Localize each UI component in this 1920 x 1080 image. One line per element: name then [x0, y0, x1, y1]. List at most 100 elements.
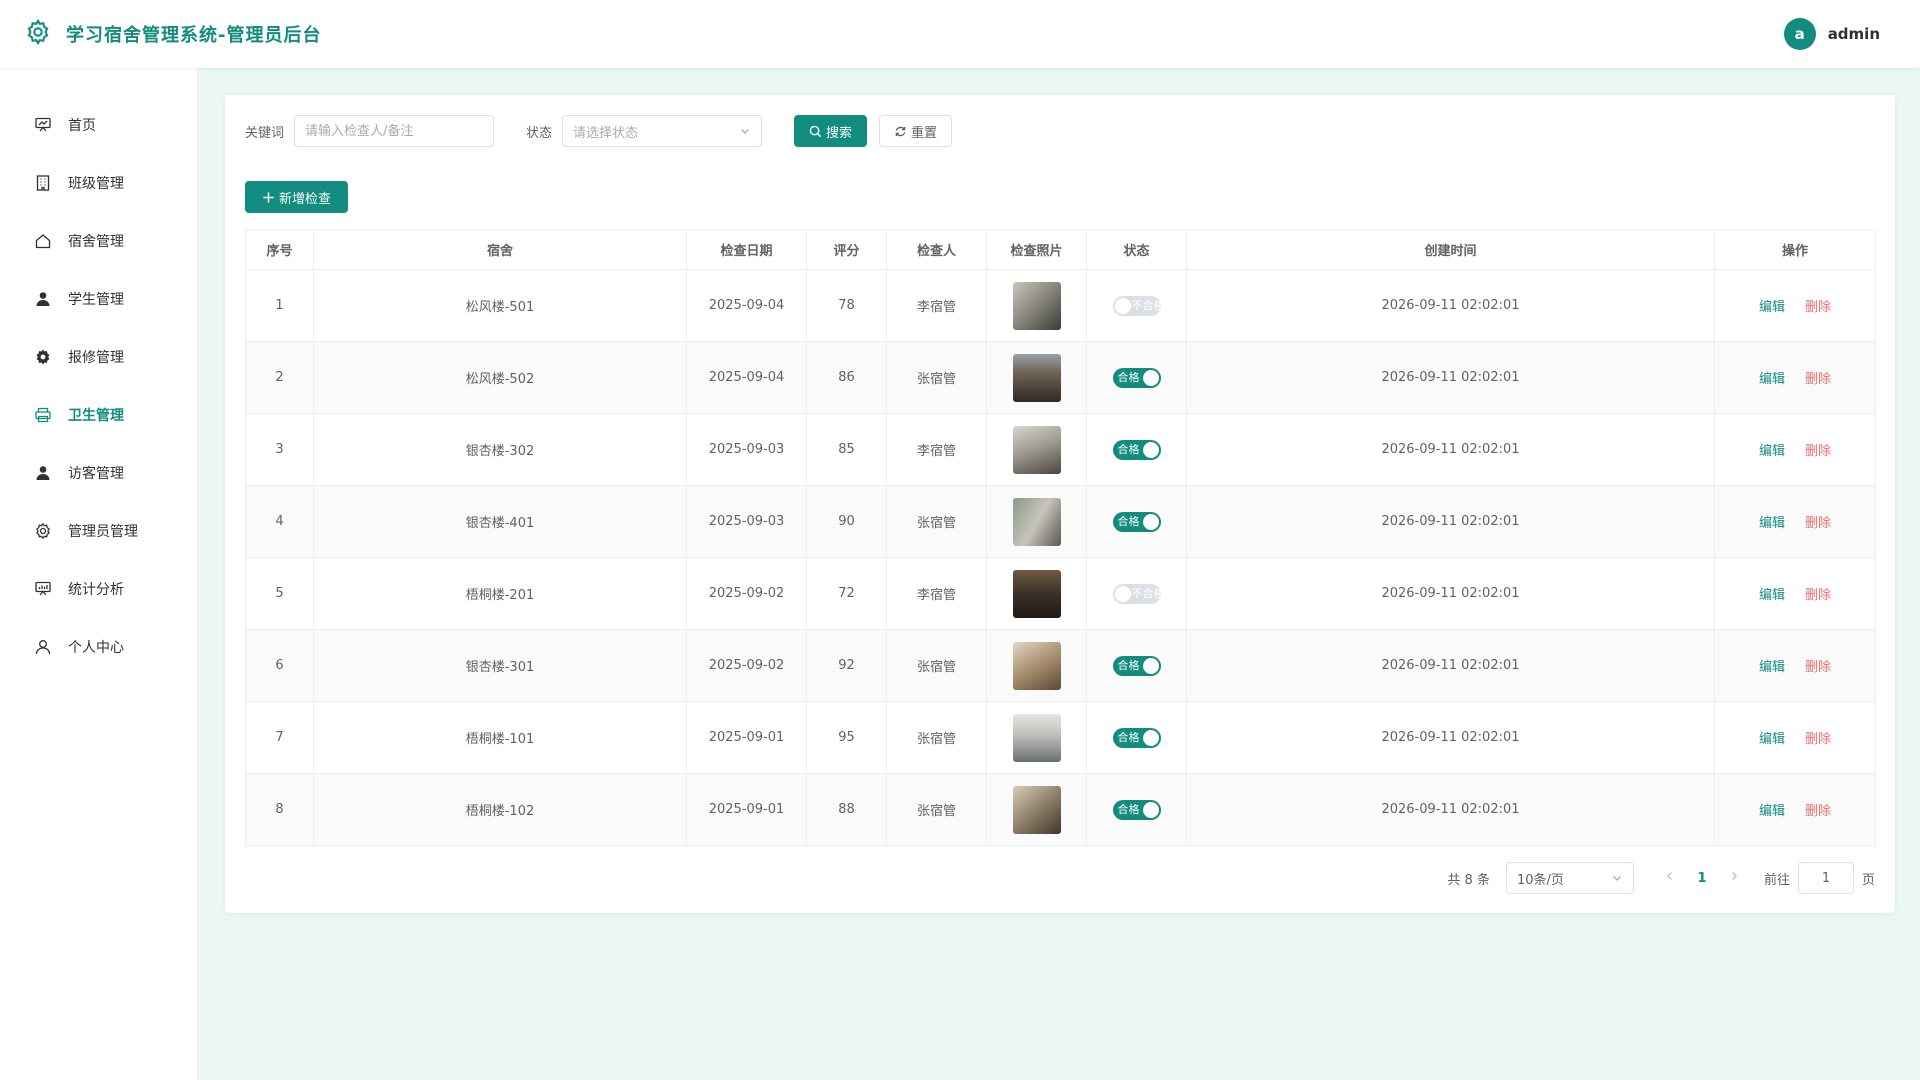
avatar[interactable]: a [1783, 18, 1816, 50]
table-row: 7 梧桐楼-101 2025-09-01 95 张宿管 合格 2026-09-11 02:0… [245, 701, 1876, 774]
sidebar-item-label: 统计分析 [68, 582, 124, 598]
inspection-photo[interactable] [1012, 425, 1061, 474]
sidebar-item-9[interactable]: 个人中心 [0, 618, 197, 676]
cell-no: 3 [245, 413, 314, 486]
delete-button[interactable]: 删除 [1805, 444, 1831, 459]
sidebar-item-7[interactable]: 管理员管理 [0, 502, 197, 560]
toggle-knob [1142, 441, 1159, 458]
edit-button[interactable]: 编辑 [1759, 660, 1785, 675]
cell-no: 2 [245, 341, 314, 414]
pagination: 共 8 条 10条/页 1 前往 页 [1447, 862, 1875, 894]
toolbar: 新增检查 [245, 181, 1875, 213]
search-button-label: 搜索 [826, 125, 853, 141]
inspection-photo[interactable] [1012, 281, 1061, 330]
cell-created: 2026-09-11 02:02:01 [1186, 485, 1715, 558]
inspection-photo[interactable] [1012, 713, 1061, 762]
status-toggle[interactable]: 不合格 [1112, 295, 1165, 316]
edit-button[interactable]: 编辑 [1759, 732, 1785, 747]
cell-created: 2026-09-11 02:02:01 [1186, 629, 1715, 702]
username[interactable]: admin [1828, 25, 1880, 43]
status-select[interactable]: 请选择状态 [562, 115, 763, 147]
home-icon [34, 232, 52, 250]
cell-score: 72 [806, 557, 887, 630]
status-toggle-label: 合格 [1117, 514, 1140, 528]
cell-date: 2025-09-02 [686, 557, 807, 630]
search-icon [809, 125, 822, 137]
sidebar-item-3[interactable]: 学生管理 [0, 270, 197, 328]
delete-button[interactable]: 删除 [1805, 372, 1831, 387]
edit-button[interactable]: 编辑 [1759, 300, 1785, 315]
status-toggle[interactable]: 合格 [1112, 439, 1161, 460]
inspection-photo[interactable] [1012, 569, 1061, 618]
toggle-knob [1142, 729, 1159, 746]
cell-status: 合格 [1086, 629, 1187, 702]
inspection-photo[interactable] [1012, 785, 1061, 834]
search-button[interactable]: 搜索 [794, 115, 868, 147]
cell-status: 合格 [1086, 413, 1187, 486]
reset-button[interactable]: 重置 [879, 115, 953, 147]
status-toggle[interactable]: 合格 [1112, 655, 1161, 676]
inspection-photo[interactable] [1012, 641, 1061, 690]
add-inspection-button[interactable]: 新增检查 [245, 181, 349, 213]
sidebar-item-4[interactable]: 报修管理 [0, 328, 197, 386]
toggle-knob [1142, 801, 1159, 818]
cell-score: 95 [806, 701, 887, 774]
status-toggle-label: 合格 [1117, 658, 1140, 672]
status-toggle[interactable]: 不合格 [1112, 583, 1165, 604]
cell-actions: 编辑 删除 [1714, 269, 1876, 342]
user-menu[interactable]: a admin [1783, 18, 1880, 50]
edit-button[interactable]: 编辑 [1759, 588, 1785, 603]
cell-actions: 编辑 删除 [1714, 413, 1876, 486]
sidebar-item-6[interactable]: 访客管理 [0, 444, 197, 502]
chevron-right-icon [1731, 872, 1737, 880]
column-header: 检查人 [886, 229, 987, 270]
cell-photo [986, 341, 1087, 414]
edit-button[interactable]: 编辑 [1759, 372, 1785, 387]
delete-button[interactable]: 删除 [1805, 516, 1831, 531]
cell-no: 6 [245, 629, 314, 702]
status-toggle-label: 合格 [1117, 442, 1140, 456]
column-header: 创建时间 [1186, 229, 1715, 270]
next-page-button[interactable] [1718, 870, 1750, 886]
status-toggle[interactable]: 合格 [1112, 367, 1161, 388]
column-header: 状态 [1086, 229, 1187, 270]
status-toggle[interactable]: 合格 [1112, 727, 1161, 748]
status-toggle[interactable]: 合格 [1112, 511, 1161, 532]
sidebar-item-8[interactable]: 统计分析 [0, 560, 197, 618]
cell-score: 85 [806, 413, 887, 486]
cell-no: 7 [245, 701, 314, 774]
edit-button[interactable]: 编辑 [1759, 516, 1785, 531]
sidebar-item-1[interactable]: 班级管理 [0, 154, 197, 212]
cell-photo [986, 269, 1087, 342]
sidebar-item-label: 首页 [68, 118, 96, 134]
cell-created: 2026-09-11 02:02:01 [1186, 557, 1715, 630]
sidebar-item-0[interactable]: 首页 [0, 96, 197, 154]
sidebar-item-5[interactable]: 卫生管理 [0, 386, 197, 444]
delete-button[interactable]: 删除 [1805, 804, 1831, 819]
status-placeholder: 请选择状态 [573, 125, 639, 141]
status-toggle[interactable]: 合格 [1112, 799, 1161, 820]
delete-button[interactable]: 删除 [1805, 588, 1831, 603]
cell-no: 5 [245, 557, 314, 630]
page-size-value: 10条/页 [1516, 872, 1564, 888]
page-number-current[interactable]: 1 [1686, 871, 1718, 886]
delete-button[interactable]: 删除 [1805, 660, 1831, 675]
cell-photo [986, 413, 1087, 486]
edit-button[interactable]: 编辑 [1759, 804, 1785, 819]
cell-created: 2026-09-11 02:02:01 [1186, 269, 1715, 342]
keyword-input[interactable] [294, 115, 495, 147]
goto-page-input[interactable] [1797, 862, 1854, 894]
cell-score: 88 [806, 773, 887, 846]
sidebar-item-label: 学生管理 [68, 292, 124, 308]
edit-button[interactable]: 编辑 [1759, 444, 1785, 459]
delete-button[interactable]: 删除 [1805, 300, 1831, 315]
sidebar-item-2[interactable]: 宿舍管理 [0, 212, 197, 270]
inspection-photo[interactable] [1012, 353, 1061, 402]
prev-page-button[interactable] [1654, 870, 1686, 886]
plus-icon [263, 191, 274, 203]
cell-inspector: 李宿管 [886, 269, 987, 342]
inspection-photo[interactable] [1012, 497, 1061, 546]
page-size-select[interactable]: 10条/页 [1505, 862, 1634, 894]
delete-button[interactable]: 删除 [1805, 732, 1831, 747]
cell-date: 2025-09-03 [686, 485, 807, 558]
